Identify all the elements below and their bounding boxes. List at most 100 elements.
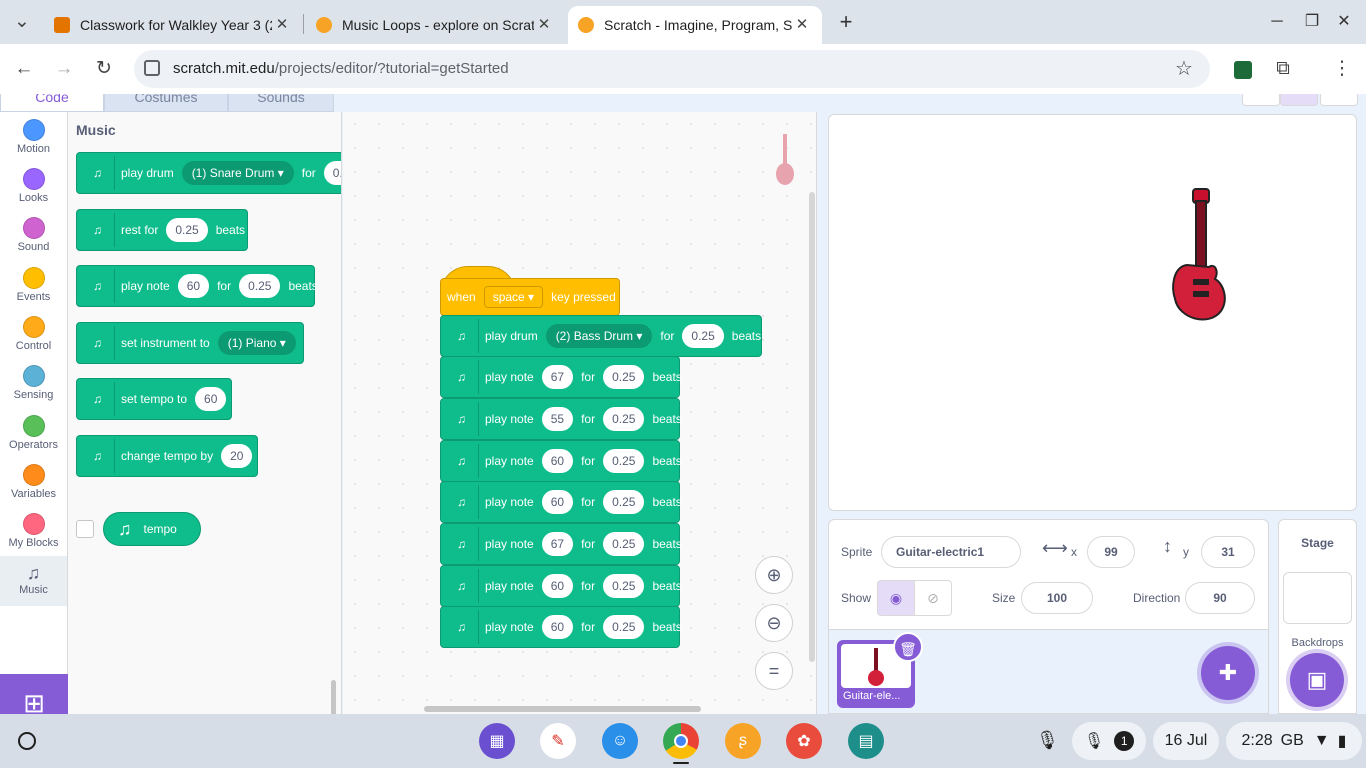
- close-window-icon[interactable]: ✕: [1330, 8, 1358, 36]
- notification-pill[interactable]: 🎙 1: [1072, 722, 1146, 760]
- script-play-note-block[interactable]: ♫ play note 55 for 0.25 beats: [440, 398, 682, 440]
- scratchjr-app-icon[interactable]: ☺: [602, 723, 638, 759]
- note-input[interactable]: 60: [177, 274, 210, 298]
- palette-rest-for-block[interactable]: ♫ rest for 0.25 beats: [76, 209, 248, 251]
- palette-play-drum-block[interactable]: ♫ play drum (1) Snare Drum ▾ for 0.: [76, 152, 341, 194]
- note-input[interactable]: 60: [541, 490, 574, 514]
- zoom-reset-button[interactable]: =: [755, 652, 793, 690]
- palette-tempo-reporter[interactable]: ♫ tempo: [103, 512, 201, 546]
- tab-search-button[interactable]: ⌄: [8, 8, 36, 36]
- forward-arrow-icon[interactable]: →: [50, 55, 78, 83]
- chrome-app-icon[interactable]: [663, 723, 699, 759]
- status-tray[interactable]: 2:28 GB ▼ ▮: [1226, 722, 1362, 760]
- note-input[interactable]: 60: [541, 449, 574, 473]
- screencast-app-icon[interactable]: ▦: [479, 723, 515, 759]
- beats-input[interactable]: 0.25: [603, 574, 645, 598]
- beats-input[interactable]: 0.25: [603, 449, 645, 473]
- backdrop-thumbnail[interactable]: [1283, 572, 1352, 624]
- guitar-sprite[interactable]: [1169, 187, 1229, 329]
- date-pill[interactable]: 16 Jul: [1153, 722, 1219, 760]
- paint-app-icon[interactable]: ✿: [786, 723, 822, 759]
- instrument-dropdown[interactable]: (1) Piano ▾: [217, 331, 296, 355]
- minimize-icon[interactable]: ─: [1263, 8, 1291, 36]
- script-play-note-block[interactable]: ♫ play note 67 for 0.25 beats: [440, 356, 682, 398]
- tab-classwork[interactable]: Classwork for Walkley Year 3 (2 ✕: [44, 6, 302, 44]
- workspace-horizontal-scrollbar[interactable]: [424, 706, 701, 712]
- beats-input[interactable]: 0.25: [603, 490, 645, 514]
- show-hidden-button[interactable]: ⊘: [914, 580, 952, 616]
- note-input[interactable]: 67: [541, 532, 574, 556]
- note-input[interactable]: 60: [541, 574, 574, 598]
- palette-set-instrument-block[interactable]: ♫ set instrument to (1) Piano ▾: [76, 322, 304, 364]
- scratch-app-icon[interactable]: ʂ: [725, 723, 761, 759]
- drum-dropdown[interactable]: (2) Bass Drum ▾: [545, 324, 653, 348]
- files-app-icon[interactable]: ✎: [540, 723, 576, 759]
- beats-input[interactable]: 0.25: [603, 365, 645, 389]
- beats-input[interactable]: 0.25: [603, 615, 645, 639]
- category-variables[interactable]: Variables: [0, 457, 67, 507]
- palette-play-note-block[interactable]: ♫ play note 60 for 0.25 beats: [76, 265, 318, 307]
- script-play-note-block[interactable]: ♫ play note 60 for 0.25 beats: [440, 481, 682, 523]
- tab-code[interactable]: Code: [0, 94, 104, 112]
- palette-scrollbar[interactable]: [331, 680, 336, 714]
- reload-icon[interactable]: ↻: [90, 55, 118, 83]
- microphone-icon[interactable]: 🎙: [1036, 730, 1059, 751]
- when-key-pressed-block[interactable]: when space ▾ key pressed: [440, 278, 620, 316]
- site-info-icon[interactable]: [144, 60, 160, 76]
- address-bar[interactable]: scratch.mit.edu/projects/editor/?tutoria…: [134, 50, 1210, 88]
- tempo-input[interactable]: 60: [195, 387, 227, 411]
- tab-music-loops[interactable]: Music Loops - explore on Scratc ✕: [306, 6, 564, 44]
- key-dropdown[interactable]: space ▾: [483, 286, 544, 308]
- script-play-note-block[interactable]: ♫ play note 60 for 0.25 beats: [440, 565, 682, 607]
- direction-input[interactable]: 90: [1185, 582, 1255, 614]
- stage-canvas[interactable]: [828, 114, 1357, 511]
- category-looks[interactable]: Looks: [0, 161, 67, 211]
- tab-scratch-editor[interactable]: Scratch - Imagine, Program, Sha ✕: [568, 6, 822, 44]
- restore-icon[interactable]: ❐: [1298, 8, 1326, 36]
- beats-input[interactable]: 0.25: [166, 218, 208, 242]
- palette-set-tempo-block[interactable]: ♫ set tempo to 60: [76, 378, 232, 420]
- tempo-monitor-checkbox[interactable]: [76, 520, 94, 538]
- fullscreen-button[interactable]: [1320, 94, 1358, 106]
- tab-costumes[interactable]: Costumes: [104, 94, 228, 112]
- category-my-blocks[interactable]: My Blocks: [0, 506, 67, 556]
- script-play-drum-block[interactable]: ♫ play drum (2) Bass Drum ▾ for 0.25 bea…: [440, 315, 762, 357]
- delete-sprite-button[interactable]: 🗑: [893, 632, 923, 662]
- category-control[interactable]: Control: [0, 309, 67, 359]
- add-extension-button[interactable]: ⊞: [0, 674, 68, 714]
- category-sound[interactable]: Sound: [0, 210, 67, 260]
- note-input[interactable]: 55: [541, 407, 574, 431]
- y-input[interactable]: 31: [1201, 536, 1255, 568]
- category-music[interactable]: ♫ Music: [0, 556, 67, 606]
- bookmark-star-icon[interactable]: ☆: [1175, 56, 1193, 81]
- normal-stage-button[interactable]: [1280, 94, 1318, 106]
- new-tab-button[interactable]: +: [832, 8, 860, 36]
- close-tab-icon[interactable]: ✕: [272, 15, 292, 35]
- category-motion[interactable]: Motion: [0, 112, 67, 162]
- stage-selector[interactable]: Stage Backdrops ▣: [1278, 519, 1357, 714]
- show-visible-button[interactable]: ◉: [877, 580, 915, 616]
- extensions-puzzle-icon[interactable]: ⧉: [1269, 55, 1297, 83]
- category-events[interactable]: Events: [0, 260, 67, 310]
- drum-dropdown[interactable]: (1) Snare Drum ▾: [181, 161, 294, 185]
- beats-input[interactable]: 0.25: [603, 407, 645, 431]
- beats-input[interactable]: 0.25: [239, 274, 281, 298]
- beats-input[interactable]: 0.25: [603, 532, 645, 556]
- script-play-note-block[interactable]: ♫ play note 60 for 0.25 beats: [440, 440, 682, 482]
- zoom-in-button[interactable]: ⊕: [755, 556, 793, 594]
- zoom-out-button[interactable]: ⊖: [755, 604, 793, 642]
- note-input[interactable]: 60: [541, 615, 574, 639]
- script-play-note-block[interactable]: ♫ play note 67 for 0.25 beats: [440, 523, 682, 565]
- menu-kebab-icon[interactable]: ⋮: [1328, 55, 1356, 83]
- choose-sprite-button[interactable]: ✚: [1201, 646, 1255, 700]
- category-operators[interactable]: Operators: [0, 408, 67, 458]
- extension-icon[interactable]: [1234, 61, 1252, 79]
- category-sensing[interactable]: Sensing: [0, 358, 67, 408]
- workspace-vertical-scrollbar[interactable]: [809, 192, 815, 662]
- classroom-app-icon[interactable]: ▤: [848, 723, 884, 759]
- script-play-note-block[interactable]: ♫ play note 60 for 0.25 beats: [440, 606, 682, 648]
- x-input[interactable]: 99: [1087, 536, 1135, 568]
- beats-input[interactable]: 0.25: [682, 324, 724, 348]
- launcher-icon[interactable]: [18, 732, 36, 750]
- palette-change-tempo-block[interactable]: ♫ change tempo by 20: [76, 435, 258, 477]
